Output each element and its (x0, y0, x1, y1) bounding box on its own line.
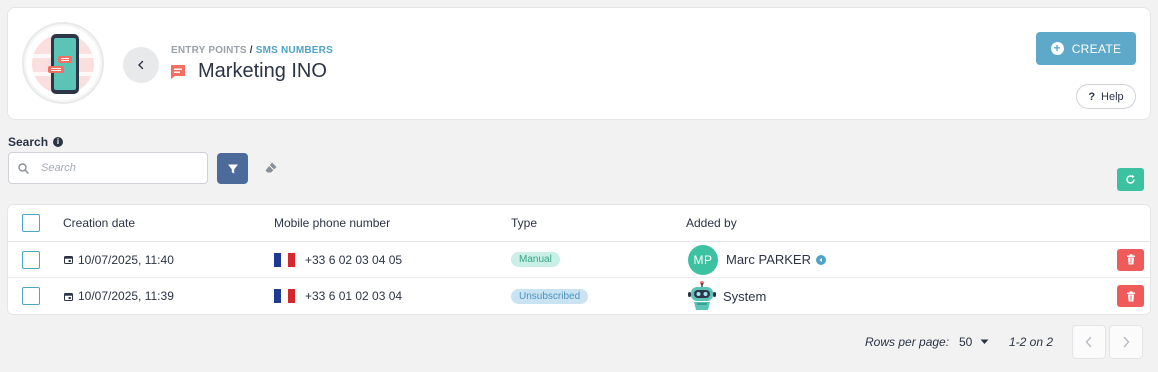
verified-icon (816, 254, 826, 265)
rows-per-page-value: 50 (959, 335, 973, 349)
trash-icon (1126, 290, 1135, 301)
search-field[interactable] (8, 152, 208, 184)
sms-icon (171, 64, 185, 79)
france-flag-icon (274, 252, 295, 267)
sms-numbers-table: Creation date Mobile phone number Type A… (7, 204, 1151, 315)
chevron-left-icon (1085, 336, 1092, 348)
back-button[interactable] (123, 47, 159, 83)
previous-page-button[interactable] (1072, 325, 1106, 359)
page-title-row: Marketing INO (169, 60, 327, 83)
page-title: Marketing INO (198, 60, 327, 82)
search-label: Search i (8, 135, 64, 149)
robot-avatar-icon (688, 281, 716, 310)
column-header-mobile-phone[interactable]: Mobile phone number (274, 205, 390, 241)
avatar: MP (688, 244, 718, 275)
help-button-label: Help (1101, 90, 1124, 103)
calendar-icon (64, 292, 73, 301)
create-button[interactable]: + CREATE (1036, 32, 1136, 65)
creation-date: 10/07/2025, 11:40 (78, 252, 174, 267)
breadcrumb-entry-points[interactable]: ENTRY POINTS (171, 45, 247, 56)
filter-icon (227, 164, 238, 173)
info-icon[interactable]: i (53, 137, 64, 147)
search-label-text: Search (8, 135, 49, 149)
type-badge: Unsubscribed (511, 288, 589, 304)
phone-number: +33 6 02 03 04 05 (305, 252, 403, 267)
search-icon (18, 162, 29, 174)
rows-per-page-select[interactable]: 50 (959, 335, 989, 349)
france-flag-icon (274, 289, 295, 303)
row-checkbox[interactable] (22, 250, 40, 269)
delete-button[interactable] (1117, 285, 1144, 307)
eraser-icon[interactable] (264, 161, 278, 175)
table-row[interactable]: 10/07/2025, 11:40 +33 6 02 03 04 05 Manu… (8, 242, 1150, 278)
create-button-label: CREATE (1071, 41, 1122, 56)
search-input[interactable] (41, 162, 191, 174)
help-icon: ? (1088, 90, 1096, 103)
column-header-added-by[interactable]: Added by (686, 205, 737, 241)
pagination-range: 1-2 on 2 (1009, 335, 1054, 349)
refresh-button[interactable] (1117, 168, 1144, 191)
delete-button[interactable] (1117, 248, 1144, 271)
creation-date: 10/07/2025, 11:39 (78, 289, 174, 303)
added-by-name[interactable]: Marc PARKER (726, 252, 811, 267)
entry-point-illustration (22, 22, 104, 104)
type-badge: Manual (511, 252, 560, 267)
phone-number: +33 6 01 02 03 04 (305, 289, 403, 303)
table-header-row: Creation date Mobile phone number Type A… (8, 205, 1150, 242)
calendar-icon (64, 256, 73, 264)
next-page-button[interactable] (1109, 325, 1143, 359)
column-header-type[interactable]: Type (511, 205, 537, 241)
trash-icon (1126, 254, 1135, 265)
breadcrumb: ENTRY POINTS / SMS NUMBERS (171, 45, 333, 56)
select-all-checkbox[interactable] (22, 214, 40, 232)
column-header-creation-date[interactable]: Creation date (63, 205, 135, 241)
breadcrumb-sms-numbers[interactable]: SMS NUMBERS (256, 45, 333, 56)
refresh-icon (1126, 174, 1135, 184)
caret-down-icon (980, 339, 989, 344)
added-by-name[interactable]: System (723, 289, 766, 304)
plus-circle-icon: + (1050, 42, 1064, 55)
row-checkbox[interactable] (22, 287, 40, 305)
breadcrumb-separator: / (249, 45, 253, 56)
chevron-left-icon (138, 60, 144, 70)
rows-per-page-label: Rows per page: (865, 335, 950, 349)
filter-button[interactable] (217, 153, 248, 184)
help-button[interactable]: ? Help (1076, 84, 1136, 109)
chevron-right-icon (1123, 336, 1130, 348)
header-card: ENTRY POINTS / SMS NUMBERS Marketing INO +… (7, 7, 1151, 120)
table-row[interactable]: 10/07/2025, 11:39 +33 6 01 02 03 04 Unsu… (8, 278, 1150, 314)
